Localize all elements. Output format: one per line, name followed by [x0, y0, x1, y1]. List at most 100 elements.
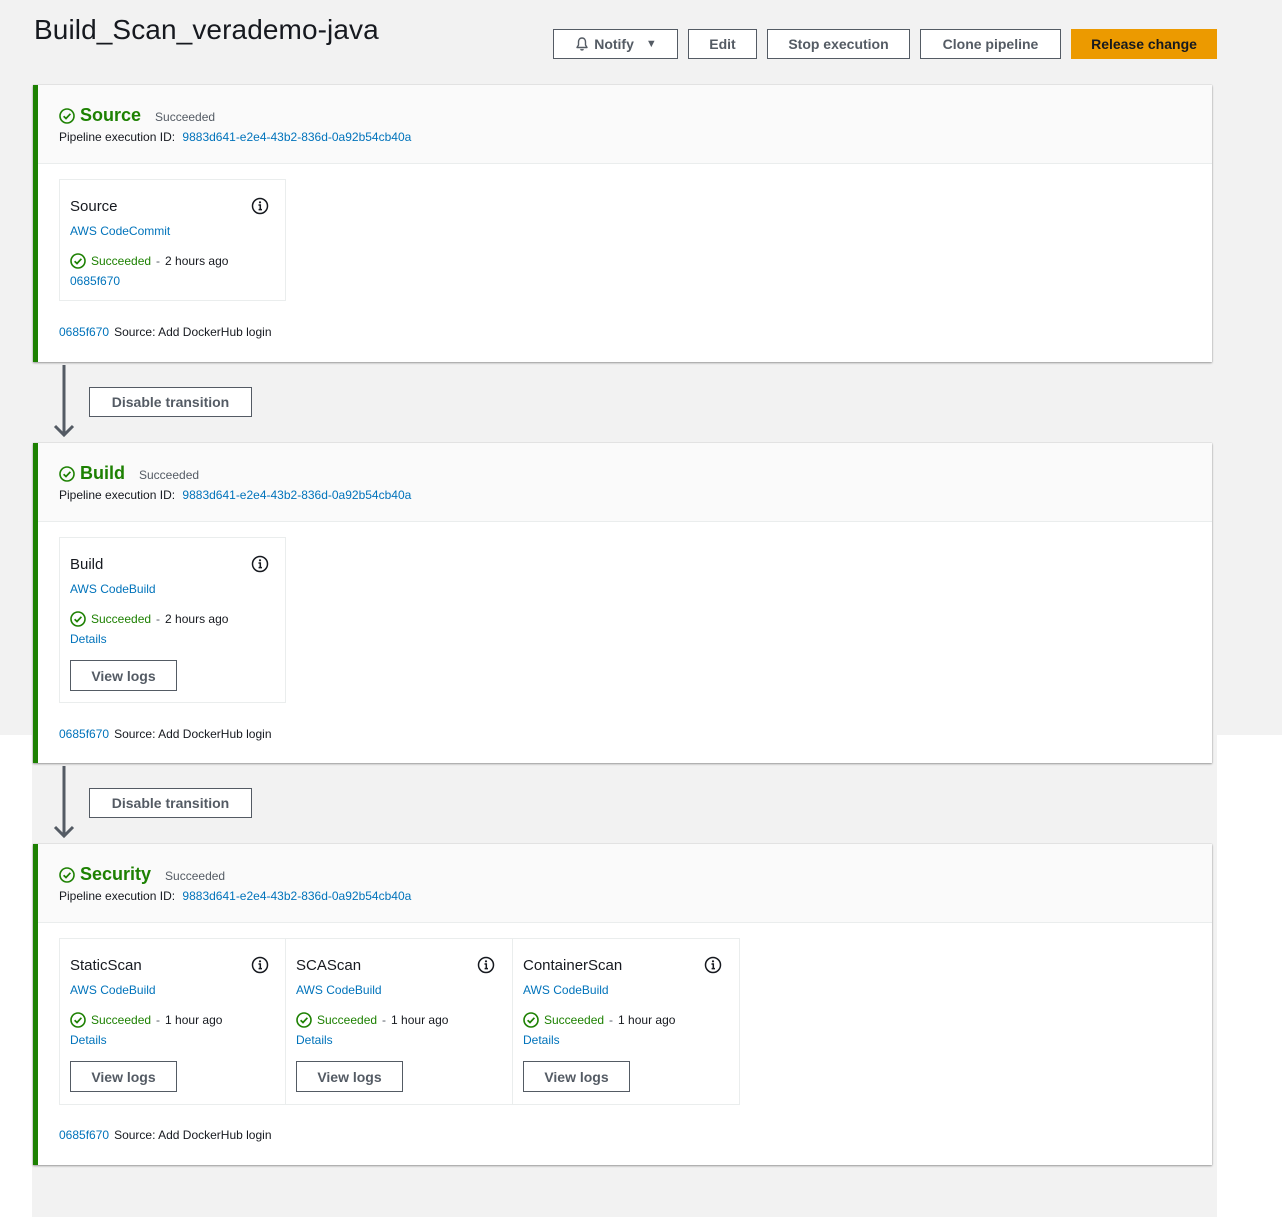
execution-id-link[interactable]: 9883d641-e2e4-43b2-836d-0a92b54cb40a	[182, 488, 411, 502]
action-list: Build AWS CodeBuild Succeeded - 2 hours …	[59, 537, 286, 703]
commit-link[interactable]: 0685f670	[70, 274, 120, 288]
details-link[interactable]: Details	[70, 632, 107, 646]
action-name: Source	[70, 198, 118, 215]
separator: -	[382, 1013, 387, 1027]
stage-name: Build	[80, 463, 125, 483]
action-time: 2 hours ago	[165, 612, 229, 626]
release-change-button[interactable]: Release change	[1071, 29, 1217, 59]
stage-header: Build Succeeded Pipeline execution ID: 9…	[38, 443, 1212, 522]
info-icon[interactable]	[477, 956, 495, 974]
stage-header: Source Succeeded Pipeline execution ID: …	[38, 85, 1212, 164]
action-name: StaticScan	[70, 957, 142, 974]
disable-transition-button[interactable]: Disable transition	[89, 788, 252, 818]
execution-id-link[interactable]: 9883d641-e2e4-43b2-836d-0a92b54cb40a	[182, 889, 411, 903]
separator: -	[156, 612, 161, 626]
view-logs-button[interactable]: View logs	[70, 660, 177, 691]
action-list: StaticScan AWS CodeBuild Succeeded - 1 h…	[59, 938, 740, 1105]
action-status: Succeeded	[91, 1013, 152, 1027]
revision-row: 0685f670 Source: Add DockerHub login	[59, 727, 272, 741]
action-provider-link[interactable]: AWS CodeBuild	[70, 582, 156, 596]
view-logs-button[interactable]: View logs	[296, 1061, 403, 1092]
execution-id-row: Pipeline execution ID: 9883d641-e2e4-43b…	[59, 130, 411, 144]
success-check-icon	[59, 107, 75, 124]
action-status-row: Succeeded - 1 hour ago	[70, 1012, 222, 1028]
details-link[interactable]: Details	[296, 1033, 333, 1047]
action-card-staticscan: StaticScan AWS CodeBuild Succeeded - 1 h…	[59, 938, 286, 1105]
details-link[interactable]: Details	[523, 1033, 560, 1047]
action-card-scascan: SCAScan AWS CodeBuild Succeeded - 1 hour…	[286, 938, 513, 1105]
action-status: Succeeded	[91, 612, 152, 626]
revision-id-link[interactable]: 0685f670	[59, 727, 109, 741]
info-icon[interactable]	[251, 197, 269, 215]
action-card-containerscan: ContainerScan AWS CodeBuild Succeeded - …	[513, 938, 740, 1105]
stage-status: Succeeded	[139, 468, 200, 482]
action-card-source: Source AWS CodeCommit Succeeded - 2 hour…	[59, 179, 286, 301]
revision-message: Source: Add DockerHub login	[114, 325, 272, 339]
action-time: 1 hour ago	[391, 1013, 449, 1027]
success-check-icon	[59, 866, 75, 883]
action-provider-link[interactable]: AWS CodeBuild	[70, 983, 156, 997]
stage-header: Security Succeeded Pipeline execution ID…	[38, 844, 1212, 923]
action-name: Build	[70, 556, 104, 573]
arrow-down-icon	[53, 365, 75, 438]
stage-status: Succeeded	[165, 869, 226, 883]
clone-pipeline-button[interactable]: Clone pipeline	[920, 29, 1061, 59]
action-status-row: Succeeded - 1 hour ago	[523, 1012, 675, 1028]
action-provider-link[interactable]: AWS CodeCommit	[70, 224, 170, 238]
page-title: Build_Scan_verademo-java	[34, 14, 379, 45]
action-list: Source AWS CodeCommit Succeeded - 2 hour…	[59, 179, 286, 301]
separator: -	[156, 1013, 161, 1027]
success-check-icon	[59, 465, 75, 482]
notify-label: Notify	[594, 36, 634, 52]
stage-name: Security	[80, 864, 152, 884]
details-link[interactable]: Details	[70, 1033, 107, 1047]
execution-id-row: Pipeline execution ID: 9883d641-e2e4-43b…	[59, 488, 411, 502]
stage-source: Source Succeeded Pipeline execution ID: …	[33, 85, 1212, 362]
action-card-build: Build AWS CodeBuild Succeeded - 2 hours …	[59, 537, 286, 703]
info-icon[interactable]	[251, 555, 269, 573]
success-check-icon	[70, 611, 86, 627]
revision-row: 0685f670 Source: Add DockerHub login	[59, 325, 272, 339]
action-time: 1 hour ago	[618, 1013, 676, 1027]
bell-icon	[576, 37, 588, 51]
caret-down-icon: ▼	[645, 38, 657, 50]
separator: -	[156, 254, 161, 268]
stage-build: Build Succeeded Pipeline execution ID: 9…	[33, 443, 1212, 763]
execution-id-row: Pipeline execution ID: 9883d641-e2e4-43b…	[59, 889, 411, 903]
action-name: SCAScan	[296, 957, 362, 974]
info-icon[interactable]	[704, 956, 722, 974]
execution-id-link[interactable]: 9883d641-e2e4-43b2-836d-0a92b54cb40a	[182, 130, 411, 144]
action-provider-link[interactable]: AWS CodeBuild	[296, 983, 382, 997]
execution-id-label: Pipeline execution ID:	[59, 130, 176, 144]
view-logs-button[interactable]: View logs	[70, 1061, 177, 1092]
action-time: 2 hours ago	[165, 254, 229, 268]
revision-row: 0685f670 Source: Add DockerHub login	[59, 1128, 272, 1142]
action-provider-link[interactable]: AWS CodeBuild	[523, 983, 609, 997]
action-status: Succeeded	[91, 254, 152, 268]
notify-button[interactable]: Notify ▼	[553, 29, 678, 59]
revision-message: Source: Add DockerHub login	[114, 727, 272, 741]
action-status-row: Succeeded - 2 hours ago	[70, 253, 228, 269]
view-logs-button[interactable]: View logs	[523, 1061, 630, 1092]
action-time: 1 hour ago	[165, 1013, 223, 1027]
info-icon[interactable]	[251, 956, 269, 974]
separator: -	[609, 1013, 614, 1027]
stage-name: Source	[80, 105, 142, 125]
success-check-icon	[296, 1012, 312, 1028]
action-name: ContainerScan	[523, 957, 623, 974]
execution-id-label: Pipeline execution ID:	[59, 488, 176, 502]
success-check-icon	[70, 253, 86, 269]
edit-button[interactable]: Edit	[688, 29, 757, 59]
stop-execution-button[interactable]: Stop execution	[767, 29, 910, 59]
arrow-down-icon	[53, 766, 75, 839]
revision-id-link[interactable]: 0685f670	[59, 1128, 109, 1142]
action-status-row: Succeeded - 2 hours ago	[70, 611, 228, 627]
toolbar: Notify ▼ Edit Stop execution Clone pipel…	[553, 29, 1217, 59]
revision-id-link[interactable]: 0685f670	[59, 325, 109, 339]
stage-security: Security Succeeded Pipeline execution ID…	[33, 844, 1212, 1165]
execution-id-label: Pipeline execution ID:	[59, 889, 176, 903]
disable-transition-button[interactable]: Disable transition	[89, 387, 252, 417]
success-check-icon	[70, 1012, 86, 1028]
action-status: Succeeded	[317, 1013, 378, 1027]
action-status: Succeeded	[544, 1013, 605, 1027]
